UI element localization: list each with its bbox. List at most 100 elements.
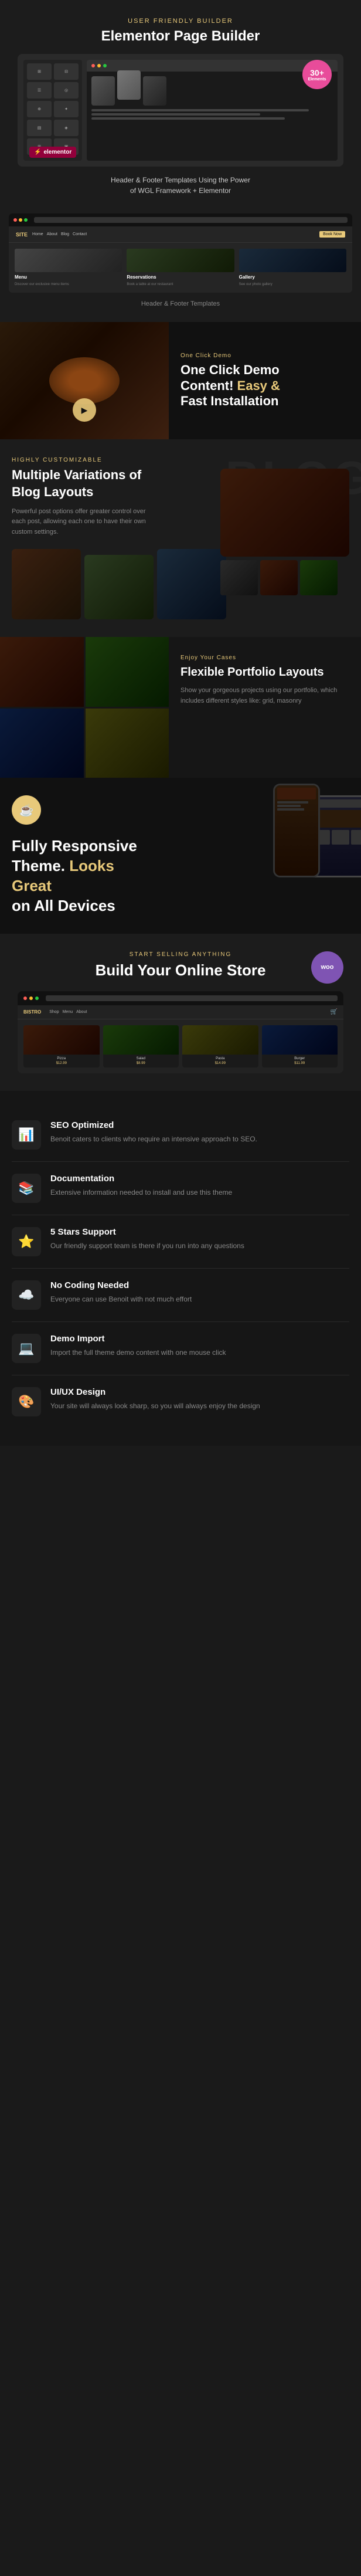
store-title: Build Your Online Store (12, 961, 349, 979)
widget-4: ◎ (54, 82, 79, 99)
portfolio-subtitle: Enjoy Your Cases (180, 655, 349, 661)
feature-title-0: SEO Optimized (50, 1120, 349, 1130)
feature-icon-5: 🎨 (12, 1387, 41, 1416)
feature-content-4: Demo Import Import the full theme demo co… (50, 1334, 349, 1363)
feature-title-3: No Coding Needed (50, 1280, 349, 1290)
chef-img-1 (91, 76, 115, 106)
responsive-title-line1: Fully Responsive (12, 837, 137, 855)
feature-item-3: ☁️ No Coding Needed Everyone can use Benoi… (12, 1269, 349, 1322)
feature-title-4: Demo Import (50, 1334, 349, 1344)
hf-col-3: Gallery See our photo gallery (239, 249, 346, 287)
feature-icon-2: ⭐ (12, 1227, 41, 1256)
blog-section: BLOG Highly Customizable Multiple Variat… (0, 439, 361, 637)
hf-col-title-3: Gallery (239, 274, 346, 280)
feature-content-3: No Coding Needed Everyone can use Benoit … (50, 1280, 349, 1310)
feature-desc-2: Our friendly support team is there if yo… (50, 1240, 349, 1252)
product-price-4: $11.99 (264, 1062, 336, 1065)
portfolio-section: Enjoy Your Cases Flexible Portfolio Layo… (0, 637, 361, 778)
store-product-4: Burger $11.99 (262, 1025, 338, 1067)
chef-img-3 (143, 76, 166, 106)
builder-section: BUILDER User Friendly Builder Elementor … (0, 0, 361, 208)
features-section: 📊SEO OptimizedBenoit caters to clients w… (0, 1091, 361, 1446)
widget-5: ⊕ (27, 101, 52, 117)
feature-icon-1: 📚 (12, 1174, 41, 1203)
portfolio-grid (0, 637, 169, 778)
feature-item-5: 🎨 UI/UX Design Your site will always look … (12, 1375, 349, 1428)
elementor-logo: ⚡ elementor (29, 147, 76, 158)
hf-img-2 (127, 249, 234, 272)
dot-red (91, 64, 95, 67)
store-logo: BISTRO (23, 1009, 41, 1015)
woo-badge: woo (311, 951, 343, 984)
store-product-1: Pizza $12.99 (23, 1025, 100, 1067)
store-subtitle: Start Selling Anything (12, 951, 349, 958)
portfolio-item-2 (86, 637, 169, 707)
product-name-4: Burger (264, 1057, 336, 1060)
feature-content-1: DocumentationExtensive information neede… (50, 1174, 349, 1203)
feature-desc-3: Everyone can use Benoit with not much ef… (50, 1294, 349, 1305)
product-price-1: $12.99 (26, 1062, 97, 1065)
text-line-3 (91, 117, 285, 120)
hf-navigation: SITE Home About Blog Contact Book Now (9, 226, 352, 243)
blog-img-1 (12, 549, 81, 619)
blog-img-2 (84, 555, 154, 619)
blog-images (12, 549, 226, 619)
store-nav-1: Shop (49, 1010, 59, 1014)
feature-title-2: 5 Stars Support (50, 1227, 349, 1237)
product-img-2 (103, 1025, 179, 1055)
blog-left: Highly Customizable Multiple Variations … (12, 457, 226, 619)
url-bar (34, 217, 348, 223)
chef-images-row (91, 76, 333, 106)
product-info-4: Burger $11.99 (262, 1055, 338, 1067)
hf-col-1: Menu Discover our exclusive menu items (15, 249, 122, 287)
crab-shape (49, 357, 120, 404)
product-name-1: Pizza (26, 1057, 97, 1060)
dot-yellow (97, 64, 101, 67)
product-price-2: $8.99 (105, 1062, 177, 1065)
builder-subtitle: User Friendly Builder (12, 18, 349, 25)
portfolio-title: Flexible Portfolio Layouts (180, 665, 349, 680)
demo-title: One Click DemoContent! Easy &Fast Instal… (180, 362, 349, 409)
store-product-2: Salad $8.99 (103, 1025, 179, 1067)
store-product-3: Pasta $14.99 (182, 1025, 258, 1067)
widget-2: ⊟ (54, 63, 79, 80)
hf-section-note: Header & Footer Templates (9, 297, 352, 313)
hf-content-area: Menu Discover our exclusive menu items R… (9, 243, 352, 293)
elementor-header-bar (87, 60, 338, 72)
widget-1: ⊞ (27, 63, 52, 80)
feature-content-0: SEO Optimized Benoit caters to clients wh… (50, 1120, 349, 1150)
portfolio-item-3 (0, 709, 84, 778)
hf-col-2: Reservations Book a table at our restaur… (127, 249, 234, 287)
product-name-2: Salad (105, 1057, 177, 1060)
product-info-2: Salad $8.99 (103, 1055, 179, 1067)
feature-title-5: UI/UX Design (50, 1387, 349, 1397)
product-img-4 (262, 1025, 338, 1055)
elementor-sidebar: ⊞ ⊟ ☰ ◎ ⊕ ✦ ▤ ◈ ⊞ ▣ (23, 60, 82, 161)
portfolio-images (0, 637, 169, 778)
feature-desc-5: Your site will always look sharp, so you… (50, 1401, 349, 1412)
nav-2: About (47, 232, 57, 236)
store-nav-2: Menu (63, 1010, 73, 1014)
dot-r (13, 218, 17, 222)
store-dot-g (35, 996, 39, 1000)
blog-float-main (220, 469, 349, 557)
hf-img-3 (239, 249, 346, 272)
portfolio-item-4 (86, 709, 169, 778)
store-url-bar (46, 995, 338, 1001)
widget-3: ☰ (27, 82, 52, 99)
nav-1: Home (32, 232, 43, 236)
play-button[interactable]: ▶ (73, 398, 96, 422)
feature-desc-0: Benoit caters to clients who require an … (50, 1134, 349, 1145)
builder-title: Elementor Page Builder (12, 28, 349, 45)
store-cart-icon: 🛒 (331, 1009, 338, 1015)
portfolio-text: Enjoy Your Cases Flexible Portfolio Layo… (169, 637, 361, 778)
dot-y (19, 218, 22, 222)
feature-desc-4: Import the full theme demo content with … (50, 1347, 349, 1358)
elementor-content (87, 72, 338, 126)
text-lines (91, 109, 333, 120)
blog-desc: Powerful post options offer greater cont… (12, 507, 152, 538)
feature-icon-3: ☁️ (12, 1280, 41, 1310)
widget-6: ✦ (54, 101, 79, 117)
store-nav-links: Shop Menu About (49, 1010, 87, 1014)
elementor-ui-mockup: ⊞ ⊟ ☰ ◎ ⊕ ✦ ▤ ◈ ⊞ ▣ (18, 54, 343, 167)
